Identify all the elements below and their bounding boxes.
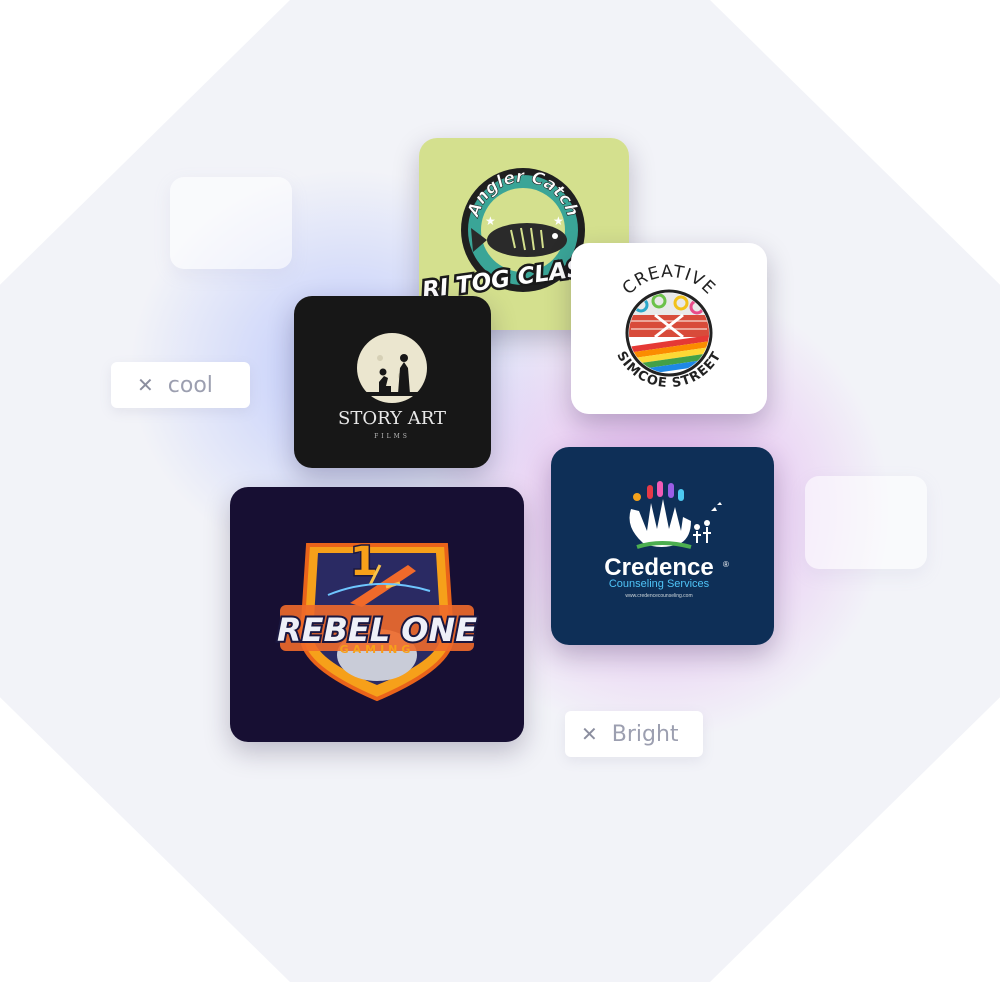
credence-url: www.credencecounseling.com bbox=[625, 593, 692, 599]
logo-card-rebel-one[interactable]: 1 REBEL ONE GAMING bbox=[230, 487, 524, 742]
ghost-card-left bbox=[170, 177, 292, 269]
svg-text:★: ★ bbox=[485, 214, 496, 228]
close-icon[interactable]: ✕ bbox=[581, 722, 598, 746]
credence-name: Credence bbox=[604, 554, 713, 581]
story-art-logo: STORY ART FILMS bbox=[294, 296, 491, 468]
credence-logo: Credence ® Counseling Services www.crede… bbox=[551, 447, 774, 645]
close-icon[interactable]: ✕ bbox=[137, 373, 154, 397]
logo-card-story-art[interactable]: STORY ART FILMS bbox=[294, 296, 491, 468]
tag-label: Bright bbox=[611, 721, 679, 747]
credence-registered: ® bbox=[723, 560, 729, 569]
svg-text:★: ★ bbox=[553, 214, 564, 228]
story-art-subtitle: FILMS bbox=[374, 433, 410, 440]
rebel-sub: GAMING bbox=[340, 643, 415, 656]
creative-simcoe-logo: CREATIVE SIMCOE STREET bbox=[571, 243, 767, 414]
story-art-title: STORY ART bbox=[338, 408, 446, 429]
ghost-card-right bbox=[805, 476, 927, 569]
tag-chip-bright[interactable]: ✕ Bright bbox=[565, 711, 703, 757]
credence-tagline: Counseling Services bbox=[609, 578, 710, 590]
logo-card-creative-simcoe[interactable]: CREATIVE SIMCOE STREET bbox=[571, 243, 767, 414]
tag-label: cool bbox=[167, 372, 213, 398]
rebel-one-logo: 1 REBEL ONE GAMING bbox=[230, 487, 524, 742]
logo-card-credence[interactable]: Credence ® Counseling Services www.crede… bbox=[551, 447, 774, 645]
tag-chip-cool[interactable]: ✕ cool bbox=[111, 362, 250, 408]
